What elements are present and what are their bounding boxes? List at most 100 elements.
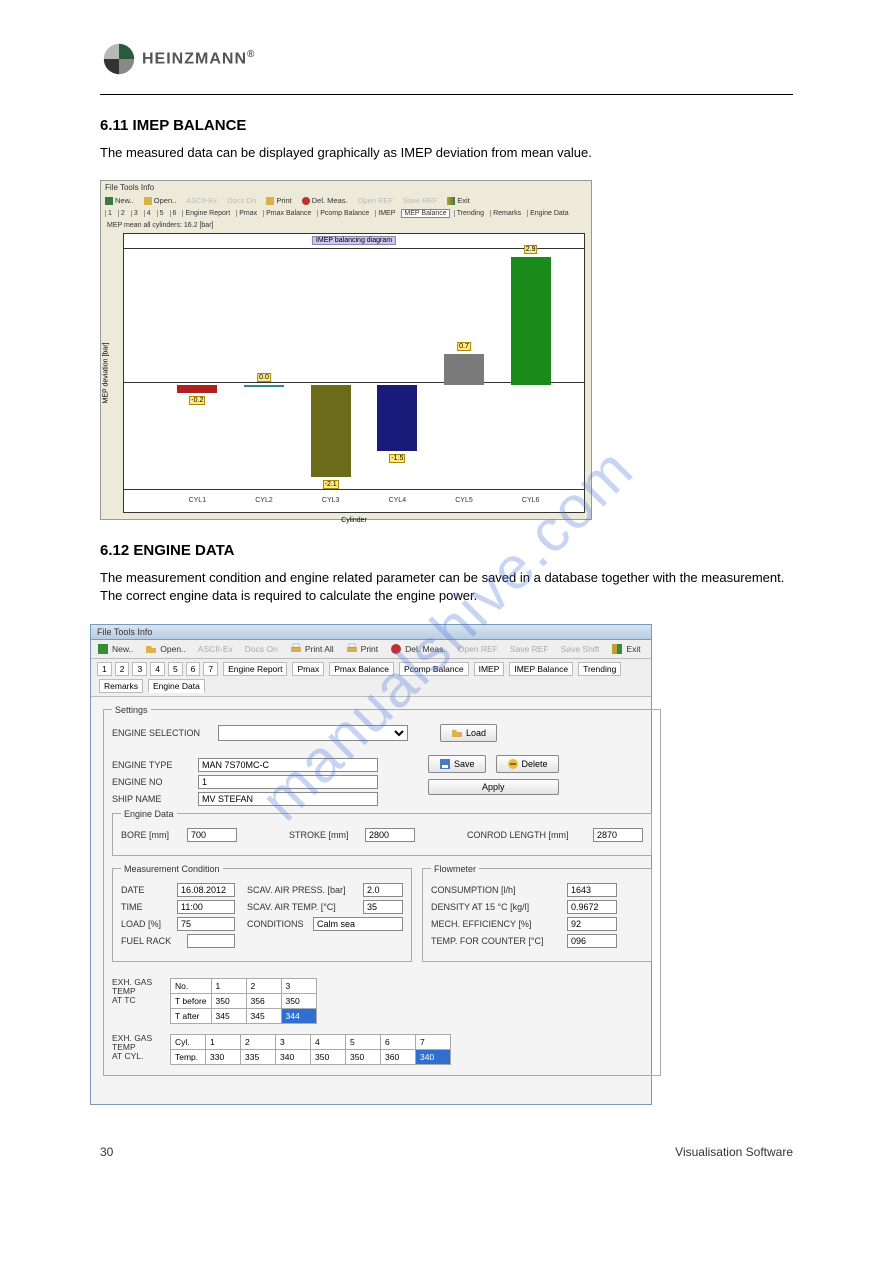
tabs-row-2: 1 2 3 4 5 6 7 Engine Report Pmax Pmax Ba…: [91, 659, 651, 697]
bore-input[interactable]: [187, 828, 237, 842]
toolbar-2: New.. Open.. ASCII-Ex Docs On Print All …: [91, 640, 651, 659]
minus-icon: [507, 758, 519, 770]
tab-3[interactable]: 3: [131, 210, 140, 217]
time-input[interactable]: [177, 900, 235, 914]
open-button[interactable]: Open..: [144, 196, 177, 205]
tab-remarks-2[interactable]: Remarks: [99, 679, 143, 693]
page-number: 30: [100, 1145, 113, 1159]
cond-label: CONDITIONS: [247, 919, 307, 929]
tab-remarks[interactable]: Remarks: [490, 210, 523, 217]
openref-button-2[interactable]: Open REF: [458, 644, 498, 654]
bar-label-CYL3: -2.1: [323, 480, 339, 489]
date-input[interactable]: [177, 883, 235, 897]
measurement-legend: Measurement Condition: [121, 864, 223, 874]
tab-engine-data[interactable]: Engine Data: [527, 210, 571, 217]
meff-input[interactable]: [567, 917, 617, 931]
printall-button-2[interactable]: Print All: [290, 643, 334, 655]
tab-pcomp-balance[interactable]: Pcomp Balance: [317, 210, 371, 217]
saveshift-button-2[interactable]: Save Shift: [561, 644, 600, 654]
bar-label-CYL5: 0.7: [457, 342, 471, 351]
docs-button-2[interactable]: Docs On: [245, 644, 278, 654]
engine-no-input[interactable]: [198, 775, 378, 789]
save-button[interactable]: Save: [428, 755, 486, 773]
cat-label-CYL2: CYL2: [255, 497, 273, 504]
print-button[interactable]: Print: [266, 196, 291, 205]
tab-engine-report[interactable]: Engine Report: [182, 210, 232, 217]
bar-CYL1: -0.2: [177, 385, 217, 394]
tab-num-1[interactable]: 1: [97, 662, 112, 676]
tab-pcomp-balance-2[interactable]: Pcomp Balance: [399, 662, 469, 676]
tab-engine-data-2[interactable]: Engine Data: [148, 679, 205, 693]
saveref-button[interactable]: Save REF: [403, 196, 437, 205]
dens-input[interactable]: [567, 900, 617, 914]
bar-label-CYL6: 2.9: [524, 245, 538, 254]
cond-input[interactable]: [313, 917, 403, 931]
folder-icon: [451, 727, 463, 739]
delete-button[interactable]: Delete: [496, 755, 559, 773]
tab-5[interactable]: 5: [157, 210, 166, 217]
tab-num-6[interactable]: 6: [186, 662, 201, 676]
scavp-input[interactable]: [363, 883, 403, 897]
tab-mep-balance[interactable]: MEP Balance: [401, 209, 449, 218]
new-button[interactable]: New..: [105, 196, 134, 205]
engine-selection-select[interactable]: [218, 725, 408, 741]
tab-4[interactable]: 4: [144, 210, 153, 217]
tab-num-2[interactable]: 2: [115, 662, 130, 676]
scavt-input[interactable]: [363, 900, 403, 914]
tab-trending[interactable]: Trending: [454, 210, 486, 217]
tab-pmax-2[interactable]: Pmax: [292, 662, 324, 676]
ship-name-input[interactable]: [198, 792, 378, 806]
tc-table[interactable]: No.123T before350356350T after345345344: [170, 978, 317, 1024]
delmeas-button[interactable]: Del. Meas.: [302, 196, 348, 205]
meff-label: MECH. EFFICIENCY [%]: [431, 919, 561, 929]
saveref-button-2[interactable]: Save REF: [510, 644, 549, 654]
tab-num-4[interactable]: 4: [150, 662, 165, 676]
load-input[interactable]: [177, 917, 235, 931]
new-button-2[interactable]: New..: [97, 643, 133, 655]
tab-pmax-balance-2[interactable]: Pmax Balance: [329, 662, 394, 676]
tab-imep[interactable]: IMEP: [375, 210, 397, 217]
exit-button-2[interactable]: Exit: [611, 643, 640, 655]
menubar-2[interactable]: File Tools Info: [91, 625, 651, 640]
tab-num-7[interactable]: 7: [203, 662, 218, 676]
openref-button[interactable]: Open REF: [358, 196, 393, 205]
delmeas-button-2[interactable]: Del. Meas.: [390, 643, 446, 655]
tab-trending-2[interactable]: Trending: [578, 662, 621, 676]
cons-input[interactable]: [567, 883, 617, 897]
tab-2[interactable]: 2: [118, 210, 127, 217]
cyl-table[interactable]: Cyl.1234567Temp.330335340350350360340: [170, 1034, 451, 1065]
screenshot-imep-balance: File Tools Info New.. Open.. ASCII-Ex Do…: [100, 180, 592, 520]
logo-icon: [100, 40, 138, 78]
ascii-button-2[interactable]: ASCII-Ex: [198, 644, 233, 654]
tab-num-3[interactable]: 3: [132, 662, 147, 676]
bore-label: BORE [mm]: [121, 830, 181, 840]
bar-CYL2: 0.0: [244, 385, 284, 387]
ascii-button[interactable]: ASCII-Ex: [186, 196, 217, 205]
docs-button[interactable]: Docs On: [227, 196, 256, 205]
tab-imep-2[interactable]: IMEP: [474, 662, 505, 676]
tab-6[interactable]: 6: [170, 210, 179, 217]
measurement-fieldset: Measurement Condition DATESCAV. AIR PRES…: [112, 864, 412, 962]
conrod-input[interactable]: [593, 828, 643, 842]
exit-button[interactable]: Exit: [447, 196, 470, 205]
tab-engine-report-2[interactable]: Engine Report: [223, 662, 287, 676]
tab-pmax[interactable]: Pmax: [236, 210, 259, 217]
fuel-input[interactable]: [187, 934, 235, 948]
exh-tc-label: EXH. GAS TEMP AT TC: [112, 978, 162, 1006]
tab-num-5[interactable]: 5: [168, 662, 183, 676]
stroke-input[interactable]: [365, 828, 415, 842]
print-button-2[interactable]: Print: [346, 643, 378, 655]
tab-pmax-balance[interactable]: Pmax Balance: [263, 210, 313, 217]
tab-1[interactable]: 1: [105, 210, 114, 217]
header-rule: [100, 94, 793, 95]
footer-title: Visualisation Software: [675, 1145, 793, 1159]
apply-button[interactable]: Apply: [428, 779, 559, 795]
menubar[interactable]: File Tools Info: [101, 181, 591, 194]
engine-type-input[interactable]: [198, 758, 378, 772]
load-button[interactable]: Load: [440, 724, 497, 742]
open-button-2[interactable]: Open..: [145, 643, 186, 655]
tab-imep-balance-2[interactable]: IMEP Balance: [509, 662, 573, 676]
load-label: LOAD [%]: [121, 919, 171, 929]
tcnt-input[interactable]: [567, 934, 617, 948]
bar-CYL4: -1.5: [377, 385, 417, 451]
